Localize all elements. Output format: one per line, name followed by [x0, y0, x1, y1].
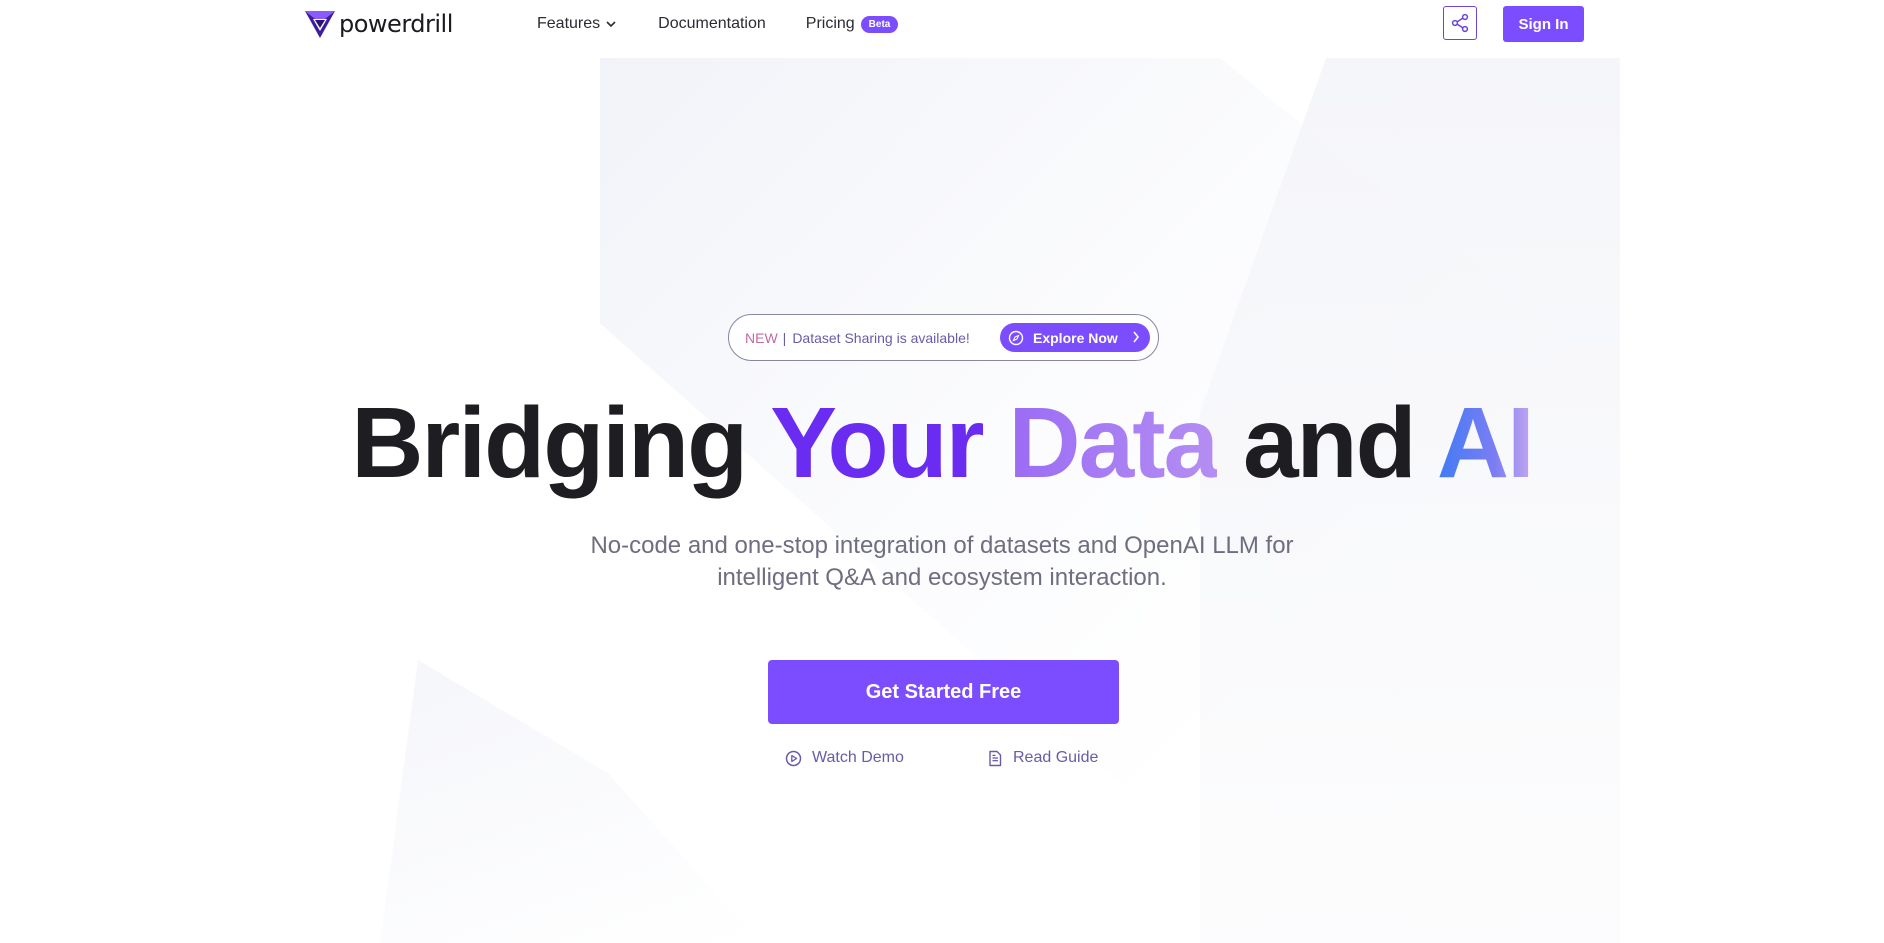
- background-shape: [600, 58, 1600, 943]
- watch-demo-label: Watch Demo: [812, 749, 904, 766]
- read-guide-link[interactable]: Read Guide: [987, 749, 1098, 767]
- document-icon: [987, 750, 1003, 767]
- explore-now-label: Explore Now: [1033, 329, 1118, 346]
- share-button[interactable]: [1443, 6, 1477, 40]
- background-shape: [1200, 58, 1620, 943]
- chevron-down-icon: [606, 21, 616, 27]
- announcement-pill[interactable]: NEW | Dataset Sharing is available! Expl…: [728, 314, 1159, 361]
- headline-word-ai: AI: [1436, 387, 1535, 499]
- nav-documentation-label: Documentation: [658, 15, 766, 32]
- announcement-text: Dataset Sharing is available!: [792, 329, 970, 346]
- hero-headline: Bridging Your Data and AI: [0, 388, 1884, 498]
- top-nav-bar: powerdrill Features Documentation Pricin…: [0, 0, 1884, 50]
- headline-word-bridging: Bridging: [351, 387, 748, 499]
- powerdrill-logo-icon: [305, 11, 335, 38]
- nav-pricing-label: Pricing: [805, 15, 855, 32]
- chevron-right-icon: [1132, 330, 1140, 344]
- explore-now-button[interactable]: Explore Now: [1000, 323, 1150, 352]
- new-label: NEW: [745, 329, 778, 346]
- play-circle-icon: [785, 750, 802, 767]
- main-nav: Features Documentation Pricing Beta: [537, 12, 899, 36]
- headline-word-and: and: [1242, 387, 1417, 499]
- nav-pricing[interactable]: Pricing Beta: [806, 15, 899, 33]
- subtitle-line-2: intelligent Q&A and ecosystem interactio…: [717, 564, 1167, 591]
- nav-features-label: Features: [537, 15, 601, 32]
- landing-page: powerdrill Features Documentation Pricin…: [0, 0, 1884, 943]
- beta-badge: Beta: [860, 15, 899, 33]
- headline-word-data: Data: [1008, 387, 1219, 499]
- compass-icon: [1008, 330, 1024, 346]
- logo[interactable]: powerdrill: [304, 8, 453, 40]
- nav-features[interactable]: Features: [537, 15, 616, 33]
- sign-in-button[interactable]: Sign In: [1503, 6, 1584, 42]
- announcement-separator: |: [782, 329, 787, 346]
- nav-documentation[interactable]: Documentation: [658, 15, 766, 33]
- headline-word-your: Your: [770, 387, 984, 499]
- subtitle-line-1: No-code and one-stop integration of data…: [590, 532, 1294, 559]
- background-shape: [380, 660, 760, 943]
- read-guide-label: Read Guide: [1013, 749, 1099, 766]
- get-started-button[interactable]: Get Started Free: [768, 660, 1119, 724]
- logo-text: powerdrill: [339, 10, 453, 38]
- hero-subtitle: No-code and one-stop integration of data…: [0, 530, 1884, 594]
- watch-demo-link[interactable]: Watch Demo: [785, 749, 904, 767]
- share-icon: [1451, 13, 1469, 33]
